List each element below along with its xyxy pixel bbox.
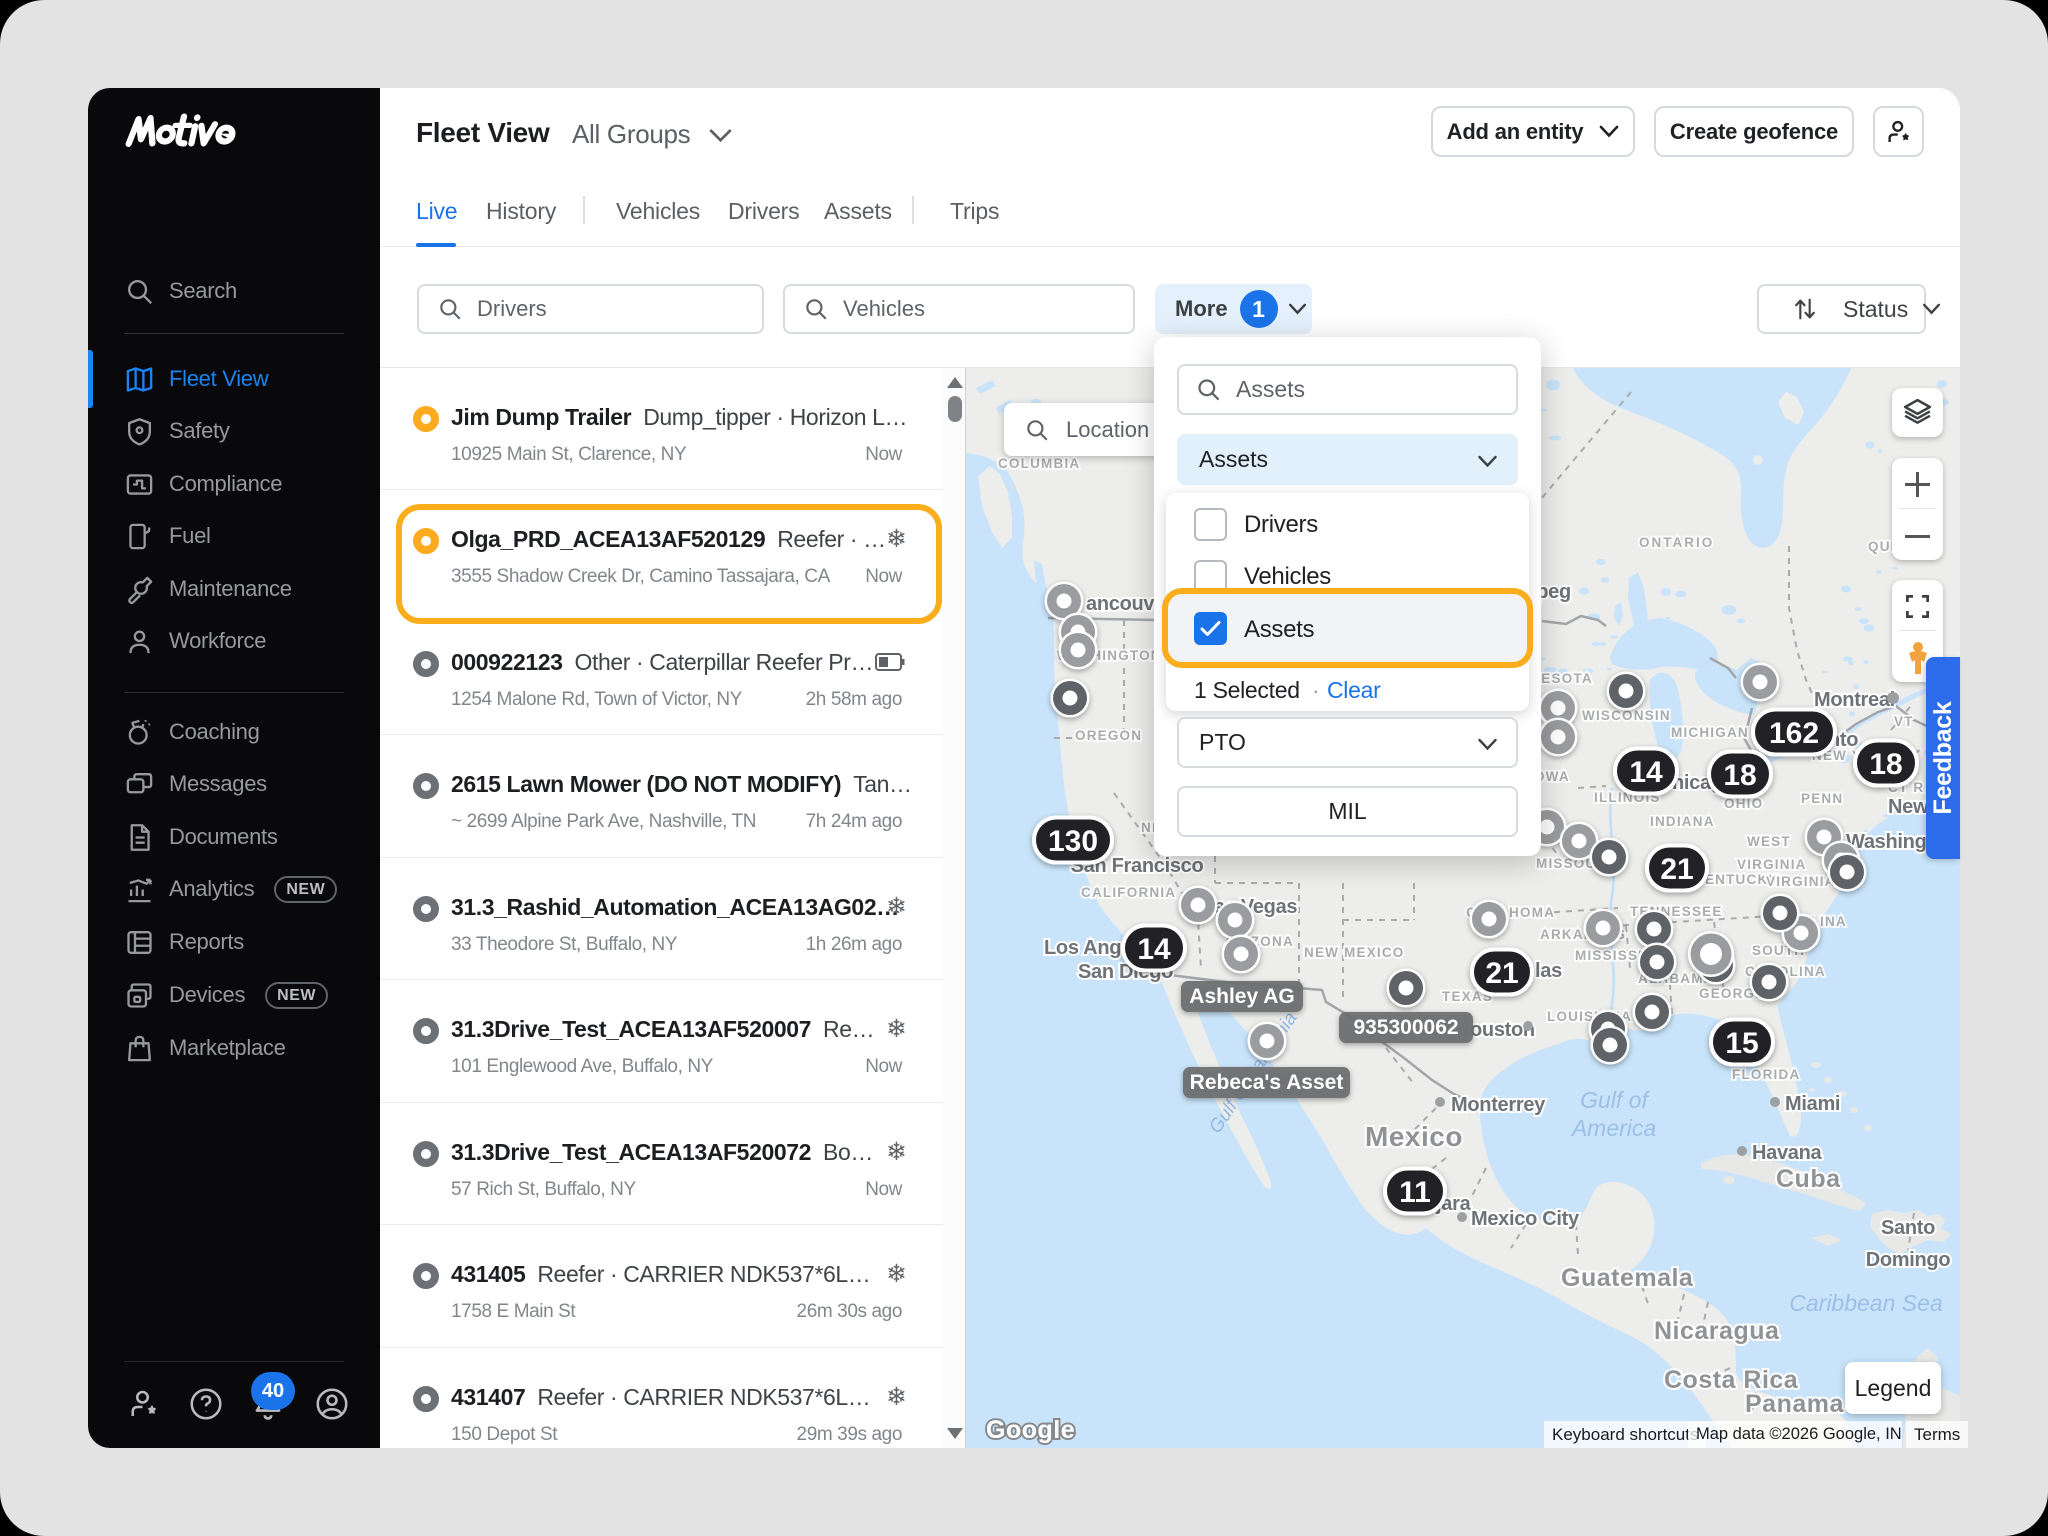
svg-text:NEW MEXICO: NEW MEXICO	[1304, 945, 1405, 960]
svg-text:CALIFORNIA: CALIFORNIA	[1081, 885, 1176, 900]
svg-text:15: 15	[1725, 1027, 1758, 1060]
svg-text:VT: VT	[1894, 714, 1914, 729]
svg-text:Mexico City: Mexico City	[1471, 1208, 1580, 1230]
svg-text:Monterrey: Monterrey	[1451, 1094, 1546, 1116]
svg-text:11: 11	[1399, 1176, 1431, 1209]
svg-text:935300062: 935300062	[1353, 1016, 1458, 1039]
svg-text:America: America	[1570, 1115, 1656, 1141]
svg-text:COLUMBIA: COLUMBIA	[998, 456, 1080, 471]
svg-text:Havana: Havana	[1752, 1142, 1823, 1164]
svg-text:VIRGINIA: VIRGINIA	[1737, 857, 1807, 872]
svg-text:WEST: WEST	[1747, 834, 1791, 849]
svg-text:Cuba: Cuba	[1776, 1165, 1841, 1193]
svg-text:las: las	[1535, 960, 1562, 982]
svg-text:PENN: PENN	[1801, 791, 1843, 806]
svg-text:FLORIDA: FLORIDA	[1732, 1067, 1800, 1082]
svg-text:14: 14	[1137, 933, 1171, 966]
svg-text:Guatemala: Guatemala	[1561, 1264, 1694, 1292]
svg-text:18: 18	[1723, 759, 1756, 792]
svg-text:18: 18	[1869, 748, 1902, 781]
svg-text:Panama: Panama	[1745, 1390, 1844, 1418]
svg-text:VIRGINIA: VIRGINIA	[1766, 874, 1836, 889]
svg-text:Mexico: Mexico	[1365, 1121, 1463, 1152]
svg-text:Rebeca's Asset: Rebeca's Asset	[1190, 1071, 1344, 1094]
svg-text:Montreal: Montreal	[1814, 689, 1895, 711]
svg-text:MICHIGAN: MICHIGAN	[1671, 725, 1749, 740]
svg-text:162: 162	[1769, 717, 1819, 750]
svg-text:INDIANA: INDIANA	[1650, 814, 1715, 829]
svg-text:Domingo: Domingo	[1866, 1249, 1951, 1271]
svg-text:Caribbean Sea: Caribbean Sea	[1789, 1290, 1942, 1316]
svg-text:21: 21	[1485, 957, 1518, 990]
svg-text:Google: Google	[986, 1416, 1075, 1444]
svg-text:Nicaragua: Nicaragua	[1654, 1317, 1780, 1345]
svg-text:ONTARIO: ONTARIO	[1639, 535, 1714, 550]
svg-text:Ashley AG: Ashley AG	[1189, 985, 1294, 1008]
svg-text:OREGON: OREGON	[1075, 728, 1142, 743]
svg-text:Miami: Miami	[1785, 1093, 1840, 1115]
svg-text:Santo: Santo	[1881, 1217, 1935, 1239]
svg-text:14: 14	[1629, 756, 1663, 789]
svg-text:21: 21	[1660, 853, 1693, 886]
svg-text:Gulf of: Gulf of	[1580, 1087, 1650, 1113]
svg-text:New: New	[1888, 796, 1929, 818]
svg-text:130: 130	[1048, 825, 1098, 858]
